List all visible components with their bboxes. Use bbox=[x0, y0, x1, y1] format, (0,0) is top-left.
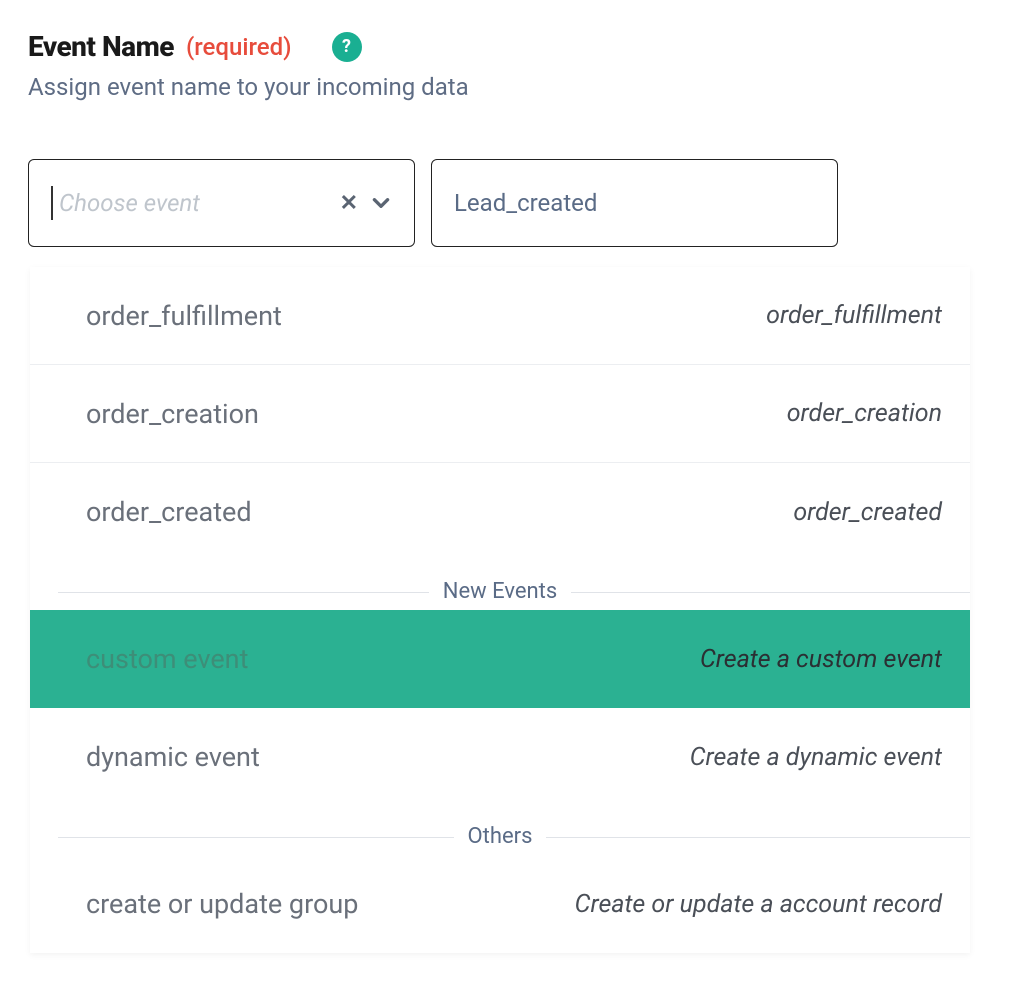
dropdown-item-desc: order_creation bbox=[787, 399, 942, 428]
event-value-text: Lead_created bbox=[454, 189, 597, 217]
inputs-row: Choose event ✕ Lead_created bbox=[28, 159, 996, 247]
event-select[interactable]: Choose event ✕ bbox=[28, 159, 415, 247]
dropdown-item[interactable]: order_created order_created bbox=[30, 463, 970, 561]
dropdown-section-header: New Events bbox=[30, 579, 970, 604]
dropdown-section-title: Others bbox=[454, 824, 547, 849]
dropdown-item[interactable]: create or update group Create or update … bbox=[30, 855, 970, 953]
dropdown-item[interactable]: order_creation order_creation bbox=[30, 365, 970, 463]
dropdown-item-desc: Create or update a account record bbox=[575, 890, 942, 919]
event-value-input[interactable]: Lead_created bbox=[431, 159, 838, 247]
dropdown-item-desc: order_fulfillment bbox=[766, 301, 942, 330]
dropdown-item-label: order_creation bbox=[86, 398, 259, 430]
dropdown-item[interactable]: dynamic event Create a dynamic event bbox=[30, 708, 970, 806]
dropdown-item-label: order_fulfillment bbox=[86, 300, 282, 332]
dropdown-item-desc: order_created bbox=[793, 498, 942, 527]
dropdown-item-label: order_created bbox=[86, 496, 252, 528]
required-badge: (required) bbox=[186, 33, 292, 61]
dropdown-item-label: dynamic event bbox=[86, 741, 260, 773]
dropdown-section-title: New Events bbox=[429, 579, 571, 604]
dropdown-item-label: create or update group bbox=[86, 888, 358, 920]
help-icon[interactable]: ? bbox=[332, 32, 362, 62]
dropdown-section-header: Others bbox=[30, 824, 970, 849]
event-select-placeholder: Choose event bbox=[59, 189, 328, 217]
field-subtitle: Assign event name to your incoming data bbox=[28, 73, 996, 101]
dropdown-item[interactable]: order_fulfillment order_fulfillment bbox=[30, 267, 970, 365]
field-title: Event Name bbox=[28, 30, 174, 63]
dropdown-item-desc: Create a custom event bbox=[700, 645, 942, 674]
field-header: Event Name (required) ? bbox=[28, 30, 996, 63]
event-dropdown: order_fulfillment order_fulfillment orde… bbox=[30, 267, 970, 953]
text-cursor bbox=[51, 186, 53, 220]
dropdown-item-desc: Create a dynamic event bbox=[690, 743, 942, 772]
dropdown-item-label: custom event bbox=[86, 643, 248, 675]
chevron-down-icon[interactable] bbox=[370, 192, 392, 214]
clear-icon[interactable]: ✕ bbox=[340, 191, 358, 216]
dropdown-item-selected[interactable]: custom event Create a custom event bbox=[30, 610, 970, 708]
